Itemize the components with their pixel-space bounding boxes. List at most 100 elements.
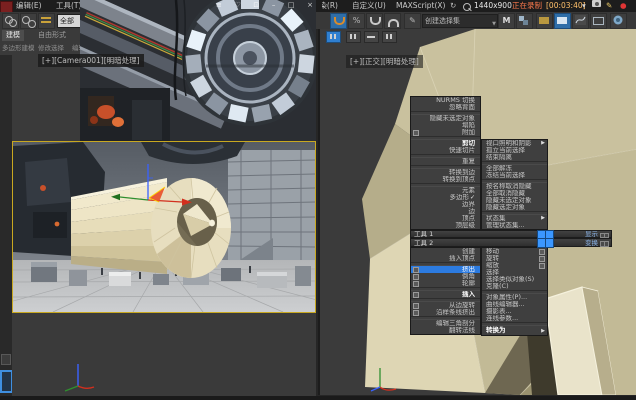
- record-dot-icon[interactable]: ●: [620, 0, 627, 12]
- mirror-icon[interactable]: M: [498, 13, 515, 29]
- quad-header-buttons[interactable]: [600, 241, 609, 245]
- quad-item[interactable]: 沿样条线挤出: [411, 309, 480, 316]
- viewport-label-ortho[interactable]: [+][正交][明暗处理]: [346, 55, 423, 68]
- quad-item[interactable]: 边: [411, 208, 480, 215]
- viewport-toolbar-icon-3[interactable]: [364, 31, 379, 43]
- edit-named-sets-icon[interactable]: ✎: [404, 13, 421, 29]
- ribbon-group-polygon-modeling[interactable]: 多边形建模: [2, 43, 35, 54]
- quad-item[interactable]: 转换到顶点: [411, 176, 480, 183]
- viewport-toolbar-icon-1[interactable]: [326, 31, 341, 43]
- quad-item[interactable]: 塌陷: [411, 122, 480, 129]
- quad-item[interactable]: 隐藏未选定对象: [482, 197, 547, 204]
- menu-tools[interactable]: 工具(T): [56, 0, 81, 12]
- quad-item[interactable]: 重复: [411, 158, 480, 165]
- select-and-link-icon[interactable]: [2, 13, 19, 29]
- quad-item[interactable]: 全部解冻: [482, 165, 547, 172]
- quad-item[interactable]: 翻转法线: [411, 327, 480, 334]
- curve-editor-icon[interactable]: [572, 13, 589, 29]
- quad-item[interactable]: 全部取消隐藏: [482, 190, 547, 197]
- quad-item[interactable]: 连线参数...: [482, 315, 547, 322]
- manage-layers-icon[interactable]: [536, 13, 553, 29]
- quad-item[interactable]: 从边旋转: [411, 302, 480, 309]
- fullscreen-icon[interactable]: ⊡: [253, 0, 259, 11]
- quad-item[interactable]: NURMS 切换: [411, 97, 480, 104]
- quad-item[interactable]: 克隆(C): [482, 283, 547, 290]
- quad-item[interactable]: 冻结当前选择: [482, 172, 547, 179]
- favorite-icon[interactable]: ♡: [234, 0, 240, 11]
- settings-box-icon[interactable]: [413, 310, 419, 316]
- quad-item[interactable]: 倒角: [411, 273, 480, 280]
- ribbon-group-modify-selection[interactable]: 修改选择: [38, 43, 64, 54]
- quad-item-polygon-checked[interactable]: 多边形✓: [411, 194, 480, 201]
- quad-item-rotate[interactable]: 旋转: [482, 255, 547, 262]
- scene-explorer-icon[interactable]: [554, 13, 571, 29]
- quad-item[interactable]: 编辑三角剖分: [411, 320, 480, 327]
- screenshot-camera-icon[interactable]: [592, 0, 601, 7]
- quad-item-scale[interactable]: 缩放: [482, 262, 547, 269]
- menu-edit[interactable]: 编辑(E): [16, 0, 42, 12]
- viewport-toolbar-icon-4[interactable]: [382, 31, 397, 43]
- window-menu-icon[interactable]: ≡: [216, 0, 222, 11]
- quad-item[interactable]: 转换到边: [411, 169, 480, 176]
- quad-item-extrude-highlighted[interactable]: 挤出: [411, 266, 480, 273]
- close-icon[interactable]: ×: [307, 0, 313, 11]
- percent-snap-icon[interactable]: [366, 13, 383, 29]
- quad-item[interactable]: 顶点: [411, 215, 480, 222]
- minimize-icon[interactable]: –: [272, 0, 276, 11]
- quad-item[interactable]: 轮廓: [411, 280, 480, 287]
- quad-item[interactable]: 快速切片: [411, 147, 480, 154]
- bind-to-space-warp-icon[interactable]: [38, 13, 55, 29]
- layout-tab[interactable]: [1, 354, 11, 365]
- schematic-view-icon[interactable]: [590, 13, 607, 29]
- render-setup-icon[interactable]: [610, 13, 627, 29]
- viewport-label-camera[interactable]: [+][Camera001][明暗处理]: [38, 54, 144, 67]
- quad-item[interactable]: 附加: [411, 129, 480, 136]
- settings-box-icon[interactable]: [413, 130, 419, 136]
- quad-item-inset[interactable]: 插入: [411, 291, 480, 298]
- menu-render[interactable]: 渲染(R): [322, 0, 338, 12]
- quad-item[interactable]: 结束隔离: [482, 154, 547, 161]
- tab-freeform[interactable]: 自由形式: [34, 30, 70, 41]
- snap-toggle-icon[interactable]: [330, 13, 347, 29]
- quad-item[interactable]: 选择: [482, 269, 547, 276]
- quad-item-cut[interactable]: 剪切: [411, 140, 480, 147]
- settings-box-icon[interactable]: [413, 281, 419, 287]
- quad-item-submenu[interactable]: 状态集▶: [482, 215, 547, 222]
- quad-header-tools2[interactable]: 工具 2 变换: [410, 238, 612, 247]
- quad-item-move[interactable]: 移动: [482, 248, 547, 255]
- quad-item[interactable]: 隐藏选定对象: [482, 204, 547, 211]
- refresh-icon[interactable]: ↻: [450, 1, 456, 10]
- quad-item[interactable]: 管理状态集...: [482, 222, 547, 229]
- quad-item[interactable]: 孤立当前选择: [482, 147, 547, 154]
- quad-item[interactable]: 创建: [411, 248, 480, 255]
- quad-item[interactable]: 忽略背面: [411, 104, 480, 111]
- quad-item-convert-to[interactable]: 转换为▶: [482, 326, 547, 335]
- quad-header-buttons[interactable]: [600, 233, 609, 237]
- maximize-icon[interactable]: □: [288, 0, 295, 11]
- quad-item[interactable]: 插入顶点: [411, 255, 480, 262]
- quad-item[interactable]: 元素: [411, 187, 480, 194]
- unlink-selection-icon[interactable]: [20, 13, 37, 29]
- pencil-icon[interactable]: ✎: [606, 0, 612, 12]
- quad-item[interactable]: 对象属性(P)...: [482, 294, 547, 301]
- quad-item[interactable]: 隐藏未选定对象: [411, 115, 480, 122]
- tab-modeling[interactable]: 建模: [2, 30, 24, 41]
- settings-box-icon[interactable]: [413, 292, 419, 298]
- quad-item[interactable]: 选择类似对象(S): [482, 276, 547, 283]
- menu-maxscript[interactable]: MAXScript(X): [396, 0, 445, 12]
- quad-item[interactable]: 摄影表...: [482, 308, 547, 315]
- quad-item[interactable]: 按名称取消隐藏: [482, 183, 547, 190]
- menu-customize[interactable]: 自定义(U): [352, 0, 386, 12]
- quad-item[interactable]: 边界: [411, 201, 480, 208]
- named-selection-set-input[interactable]: 创建选择集▼: [422, 14, 498, 28]
- align-icon[interactable]: [516, 13, 533, 29]
- quad-header-tools1[interactable]: 工具 1 显示: [410, 230, 612, 239]
- quad-item-submenu[interactable]: 视口照明和阴影▶: [482, 140, 547, 147]
- viewport-toolbar-icon-2[interactable]: [346, 31, 361, 43]
- quad-item[interactable]: 曲线编辑器...: [482, 301, 547, 308]
- angle-snap-icon[interactable]: %: [348, 13, 365, 29]
- quad-item[interactable]: 顶层级: [411, 222, 480, 229]
- dropdown-icon[interactable]: ▾: [582, 0, 586, 12]
- reference-image-window[interactable]: [80, 0, 316, 141]
- spinner-snap-icon[interactable]: [384, 13, 401, 29]
